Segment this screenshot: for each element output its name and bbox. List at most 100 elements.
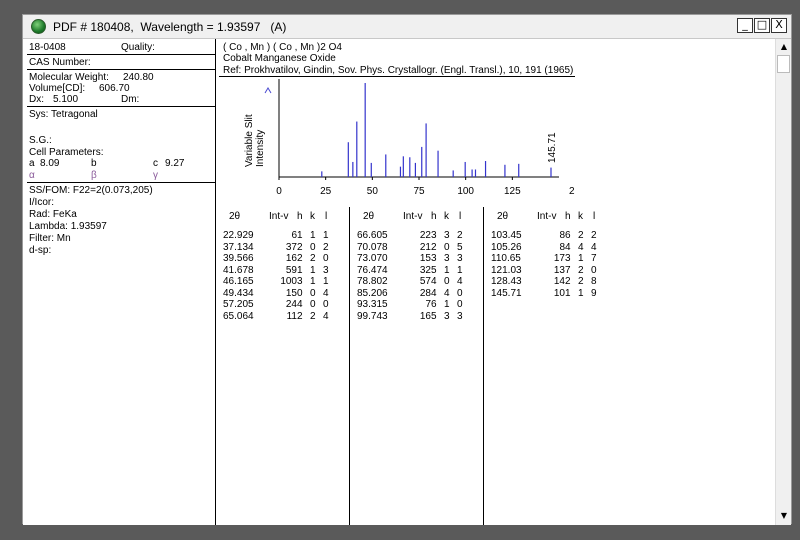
cell-l: 1 <box>457 264 463 276</box>
cell-intensity: 7 <box>425 299 431 310</box>
cell-k: 2 <box>310 253 316 264</box>
icor: I/Icor: <box>29 197 55 208</box>
reference: Ref: Prokhvatilov, Gindin, Sov. Phys. Cr… <box>223 65 574 76</box>
header-l: l <box>459 211 462 222</box>
x-tick-label: 50 <box>367 186 379 197</box>
cell-k: 2 <box>578 230 584 241</box>
cell-two-theta: 73.070 <box>357 253 388 264</box>
header-l: l <box>325 211 328 222</box>
cell-two-theta: 37.134 <box>223 241 254 253</box>
cell-h: 2 <box>297 241 303 253</box>
alpha-label: α <box>29 170 35 181</box>
cell-two-theta: 145.71 <box>491 287 522 299</box>
cell-two-theta: 57.205 <box>223 299 254 310</box>
cell-k: 4 <box>578 241 584 253</box>
cell-intensity: 21 <box>419 241 431 253</box>
cell-l: 4 <box>457 276 463 287</box>
header-intensity: Int-v <box>269 211 289 222</box>
cell-k: 1 <box>310 264 316 276</box>
scroll-up-icon[interactable]: ▲ <box>779 42 789 52</box>
cell-intensity: 11 <box>286 310 297 322</box>
minimize-button[interactable]: _ <box>737 18 753 33</box>
cell-two-theta: 93.315 <box>357 299 388 310</box>
cell-intensity: 15 <box>419 253 431 264</box>
window-title: PDF # 180408, Wavelength = 1.93597 (A) <box>53 20 287 34</box>
cell-k: 2 <box>578 276 584 287</box>
cell-k: 0 <box>310 287 316 299</box>
cell-h: 6 <box>565 230 571 241</box>
cell-c-label: c <box>153 158 158 169</box>
chemical-formula: ( Co , Mn ) ( Co , Mn )2 O4 <box>223 42 342 53</box>
cell-h: 5 <box>431 310 437 322</box>
scroll-thumb[interactable] <box>777 55 790 73</box>
x-axis-label: 2 θ° <box>569 186 577 197</box>
header-h: h <box>431 211 437 222</box>
cell-k: 3 <box>444 253 450 264</box>
cell-h: 1 <box>297 264 303 276</box>
cell-two-theta: 121.03 <box>491 264 522 276</box>
cell-k: 1 <box>444 299 450 310</box>
cell-l: 2 <box>591 230 597 241</box>
cell-h: 1 <box>565 287 571 299</box>
cell-k: 0 <box>444 276 450 287</box>
cell-k: 1 <box>578 287 584 299</box>
cell-l: 7 <box>591 253 597 264</box>
cell-intensity: 16 <box>285 253 297 264</box>
cell-k: 0 <box>310 241 316 253</box>
y-axis-label: Variable SlitIntensity <box>244 114 266 167</box>
cell-intensity: 14 <box>553 276 565 287</box>
header-two-theta: 2θ <box>363 211 375 222</box>
pdf-number: 18-0408 <box>29 42 66 53</box>
cell-two-theta: 103.45 <box>491 230 522 241</box>
cell-h: 4 <box>297 299 303 310</box>
globe-icon <box>31 19 46 34</box>
title-bar[interactable]: PDF # 180408, Wavelength = 1.93597 (A) _… <box>23 15 791 39</box>
cell-two-theta: 65.064 <box>223 310 254 322</box>
header-intensity: Int-v <box>403 211 423 222</box>
cell-k: 1 <box>310 276 316 287</box>
cell-intensity: 17 <box>553 253 565 264</box>
cell-l: 0 <box>323 299 329 310</box>
diffraction-pattern-chart: Variable SlitIntensity 0 25 50 75 100 125 2 θ° 1… <box>244 79 577 197</box>
cell-l: 2 <box>323 241 329 253</box>
dm-label: Dm: <box>121 94 140 105</box>
cell-k: 1 <box>444 264 450 276</box>
cell-h: 2 <box>565 276 571 287</box>
cell-a-label: a <box>29 158 35 169</box>
cell-intensity: 32 <box>419 264 431 276</box>
cell-intensity: 10 <box>553 287 565 299</box>
header-h: h <box>297 211 303 222</box>
x-tick-label: 75 <box>413 186 425 197</box>
cell-intensity: 28 <box>419 287 431 299</box>
cell-two-theta: 70.078 <box>357 241 388 253</box>
scroll-down-icon[interactable]: ▼ <box>779 511 789 521</box>
volume-value: 606.70 <box>99 83 130 94</box>
cell-h: 3 <box>297 276 303 287</box>
maximize-button[interactable]: □ <box>754 18 770 33</box>
cell-k: 3 <box>444 230 450 241</box>
pdf-card-window: PDF # 180408, Wavelength = 1.93597 (A) _… <box>22 14 792 525</box>
vertical-scrollbar[interactable]: ▲ ▼ <box>775 39 791 525</box>
cell-h: 3 <box>431 253 437 264</box>
volume-label: Volume[CD]: <box>29 83 86 94</box>
cell-intensity: 13 <box>553 264 565 276</box>
molecular-weight-value: 240.80 <box>123 72 154 83</box>
close-button[interactable]: X <box>771 18 787 33</box>
cell-l: 3 <box>457 310 463 322</box>
cell-h: 2 <box>297 310 303 322</box>
cell-intensity: 100 <box>280 276 297 287</box>
header-two-theta: 2θ <box>497 211 509 222</box>
cell-k: 1 <box>578 253 584 264</box>
cell-b-label: b <box>91 158 97 169</box>
cell-k: 1 <box>310 230 316 241</box>
cell-k: 4 <box>444 287 450 299</box>
cell-l: 3 <box>457 253 463 264</box>
cell-h: 6 <box>431 299 437 310</box>
molecular-weight-label: Molecular Weight: <box>29 72 109 83</box>
cell-two-theta: 76.474 <box>357 264 388 276</box>
cell-h: 0 <box>297 287 303 299</box>
cell-intensity: 8 <box>559 230 565 241</box>
cell-intensity: 8 <box>559 241 565 253</box>
cell-intensity: 6 <box>291 230 297 241</box>
cell-two-theta: 99.743 <box>357 310 388 322</box>
